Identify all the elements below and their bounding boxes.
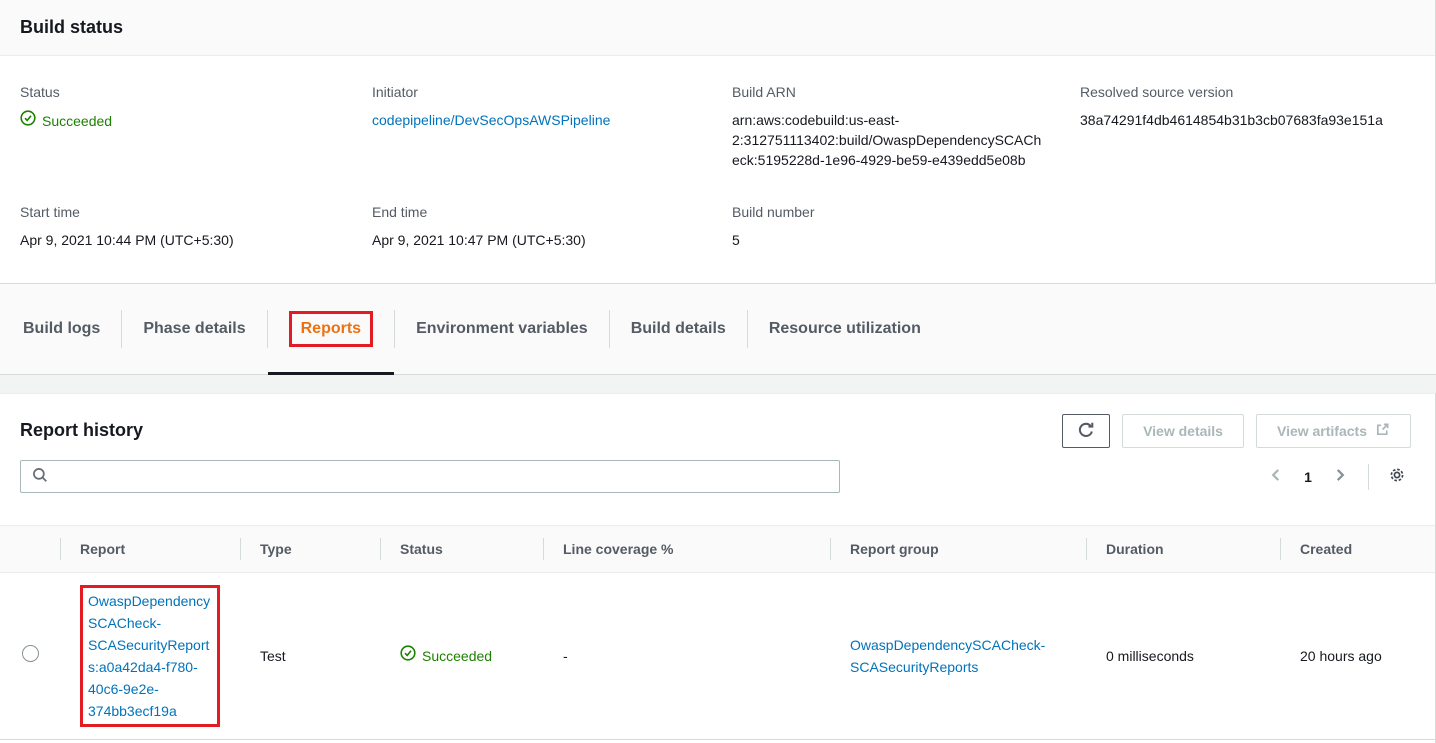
cell-report: OwaspDependencySCACheck-SCASecurityRepor…	[60, 573, 240, 740]
view-details-button[interactable]: View details	[1122, 414, 1244, 448]
field-status-label: Status	[20, 82, 372, 102]
start-time-value: Apr 9, 2021 10:44 PM (UTC+5:30)	[20, 230, 372, 250]
report-group-link[interactable]: OwaspDependencySCACheck-SCASecurityRepor…	[850, 634, 1066, 678]
end-time-value: Apr 9, 2021 10:47 PM (UTC+5:30)	[372, 230, 732, 250]
status-text: Succeeded	[42, 111, 112, 131]
field-start-time-label: Start time	[20, 202, 372, 222]
build-fields-row-1: Status Succeeded Initiator codepipeline/…	[20, 82, 1415, 170]
cell-type: Test	[240, 573, 380, 740]
report-history-table: Report Type Status Line coverage % Repor…	[0, 525, 1435, 740]
view-details-label: View details	[1143, 423, 1223, 439]
build-number-value: 5	[732, 230, 1080, 250]
report-search-box	[20, 460, 840, 493]
refresh-button[interactable]	[1062, 414, 1110, 448]
tab-resource-utilization[interactable]: Resource utilization	[748, 284, 942, 374]
header-select	[0, 526, 60, 573]
annotation-box-reports: Reports	[289, 311, 373, 347]
table-header-row: Report Type Status Line coverage % Repor…	[0, 526, 1435, 573]
cell-line-coverage: -	[543, 573, 830, 740]
field-status-value: Succeeded	[20, 110, 372, 131]
success-check-icon	[20, 110, 36, 131]
build-arn-value: arn:aws:codebuild:us-east-2:312751113402…	[732, 110, 1044, 170]
tab-environment-variables[interactable]: Environment variables	[395, 284, 609, 374]
header-line-coverage: Line coverage %	[543, 526, 830, 573]
chevron-left-icon	[1267, 466, 1285, 487]
report-link[interactable]: OwaspDependencySCACheck-SCASecurityRepor…	[88, 590, 212, 722]
cell-report-group: OwaspDependencySCACheck-SCASecurityRepor…	[830, 573, 1086, 740]
report-history-panel: Report history View details View artifac…	[0, 393, 1436, 743]
annotation-box-report-link: OwaspDependencySCACheck-SCASecurityRepor…	[80, 585, 220, 727]
card-title: Build status	[20, 17, 1415, 38]
tab-resource-utilization-label: Resource utilization	[769, 320, 921, 338]
tab-build-logs-label: Build logs	[23, 320, 100, 338]
pagination: 1	[1262, 463, 1411, 491]
field-end-time: End time Apr 9, 2021 10:47 PM (UTC+5:30)	[372, 202, 732, 250]
tab-build-details-label: Build details	[631, 320, 726, 338]
header-report: Report	[60, 526, 240, 573]
tab-reports[interactable]: Reports	[268, 284, 394, 374]
field-build-arn: Build ARN arn:aws:codebuild:us-east-2:31…	[732, 82, 1080, 170]
search-icon	[31, 466, 49, 487]
settings-button[interactable]	[1383, 463, 1411, 491]
field-initiator: Initiator codepipeline/DevSecOpsAWSPipel…	[372, 82, 732, 170]
field-start-time: Start time Apr 9, 2021 10:44 PM (UTC+5:3…	[20, 202, 372, 250]
report-history-title: Report history	[20, 414, 143, 441]
pagination-divider	[1368, 464, 1369, 490]
view-artifacts-label: View artifacts	[1277, 423, 1367, 439]
view-artifacts-button[interactable]: View artifacts	[1256, 414, 1411, 448]
pagination-next-button[interactable]	[1326, 463, 1354, 491]
resolved-source-version-value: 38a74291f4db4614854b31b3cb07683fa93e151a	[1080, 110, 1415, 130]
chevron-right-icon	[1331, 466, 1349, 487]
tab-build-logs[interactable]: Build logs	[2, 284, 121, 374]
header-report-group: Report group	[830, 526, 1086, 573]
pagination-current-page[interactable]: 1	[1296, 469, 1320, 485]
tab-phase-details-label: Phase details	[143, 320, 245, 338]
field-status: Status Succeeded	[20, 82, 372, 170]
header-type: Type	[240, 526, 380, 573]
build-status-card-header: Build status	[0, 0, 1435, 56]
row-radio[interactable]	[22, 645, 39, 662]
tab-environment-variables-label: Environment variables	[416, 320, 588, 338]
header-status: Status	[380, 526, 543, 573]
pagination-prev-button[interactable]	[1262, 463, 1290, 491]
tab-build-details[interactable]: Build details	[610, 284, 747, 374]
field-initiator-label: Initiator	[372, 82, 732, 102]
tab-reports-label: Reports	[301, 320, 361, 337]
field-build-number-label: Build number	[732, 202, 1080, 222]
field-build-number: Build number 5	[732, 202, 1080, 250]
header-created: Created	[1280, 526, 1435, 573]
table-row: OwaspDependencySCACheck-SCASecurityRepor…	[0, 573, 1435, 740]
refresh-icon	[1077, 421, 1095, 442]
tab-phase-details[interactable]: Phase details	[122, 284, 266, 374]
cell-duration: 0 milliseconds	[1086, 573, 1280, 740]
build-fields-row-2: Start time Apr 9, 2021 10:44 PM (UTC+5:3…	[20, 202, 1415, 250]
build-status-card-body: Status Succeeded Initiator codepipeline/…	[0, 56, 1435, 250]
field-end-time-label: End time	[372, 202, 732, 222]
external-link-icon	[1375, 422, 1390, 440]
cell-created: 20 hours ago	[1280, 573, 1435, 740]
build-detail-tabs: Build logs Phase details Reports Environ…	[0, 284, 1436, 375]
header-duration: Duration	[1086, 526, 1280, 573]
success-check-icon	[400, 645, 416, 667]
search-input[interactable]	[57, 469, 829, 485]
gear-icon	[1387, 465, 1407, 488]
field-resolved-source-version: Resolved source version 38a74291f4db4614…	[1080, 82, 1415, 170]
build-status-card: Build status Status Succeeded Initiator …	[0, 0, 1436, 284]
cell-status: Succeeded	[380, 573, 543, 740]
row-status-text: Succeeded	[422, 645, 492, 667]
field-resolved-source-version-label: Resolved source version	[1080, 82, 1415, 102]
field-build-arn-label: Build ARN	[732, 82, 1080, 102]
initiator-link[interactable]: codepipeline/DevSecOpsAWSPipeline	[372, 112, 610, 128]
